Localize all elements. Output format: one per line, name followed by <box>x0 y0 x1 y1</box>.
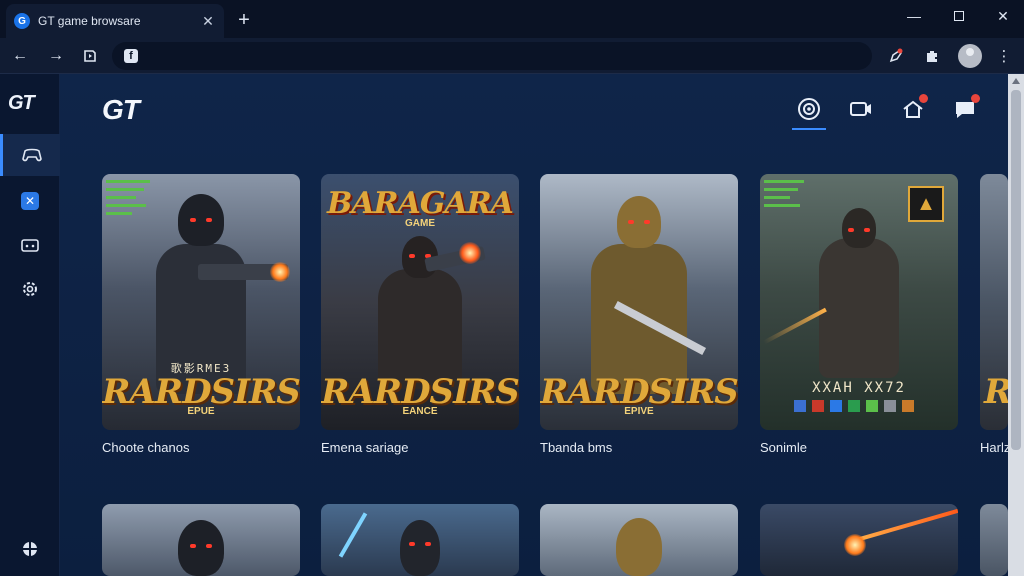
video-button[interactable] <box>846 94 876 124</box>
x-app-icon: ✕ <box>21 192 39 210</box>
minimize-button[interactable]: — <box>899 4 929 28</box>
chat-button[interactable] <box>950 94 980 124</box>
site-favicon-icon: f <box>124 49 138 63</box>
sidebar-item-settings[interactable] <box>0 268 60 310</box>
extension-icon[interactable] <box>884 44 908 68</box>
game-card[interactable] <box>540 504 738 576</box>
card-top-logo-sub: GAME <box>405 218 435 229</box>
crosshair-icon <box>23 542 37 556</box>
game-card-art: 歌影RME3 RARDSIRS EPUE <box>102 174 300 430</box>
chat-badge <box>971 94 980 103</box>
video-camera-icon <box>850 102 871 116</box>
browser-tab[interactable]: G GT game browsare ✕ <box>6 4 224 38</box>
card-logo-sub: EPIVE <box>624 406 654 417</box>
game-card-art <box>540 504 738 576</box>
live-stream-icon <box>798 98 820 120</box>
close-window-button[interactable]: ✕ <box>988 4 1018 28</box>
game-card-partial[interactable] <box>980 504 1008 576</box>
game-card-title: Emena sariage <box>321 440 409 455</box>
puzzle-extensions-icon[interactable] <box>920 44 944 68</box>
scroll-up-icon[interactable] <box>1012 78 1020 84</box>
sidebar-logo: GT <box>8 92 35 114</box>
card-logo: R <box>984 372 1008 412</box>
game-card-art: ▲ XXAH XX72 <box>760 174 958 430</box>
tab-favicon-icon: G <box>14 13 30 29</box>
home-notifications-button[interactable] <box>898 94 928 124</box>
game-card[interactable] <box>321 504 519 576</box>
notification-badge <box>919 94 928 103</box>
back-button[interactable]: ← <box>8 44 32 68</box>
skill-icons-row <box>794 400 914 412</box>
gamepad-icon <box>21 239 39 252</box>
game-card-partial[interactable]: R Harlz <box>980 174 1008 455</box>
game-card[interactable]: ▲ XXAH XX72 Sonimle <box>760 174 958 455</box>
settings-gear-icon <box>23 282 37 296</box>
reload-icon <box>84 50 96 62</box>
address-bar[interactable]: f <box>112 42 872 70</box>
sidebar-item-gamepad[interactable] <box>0 224 60 266</box>
reload-button[interactable] <box>78 44 102 68</box>
hud-overlay <box>106 180 150 220</box>
maximize-button[interactable] <box>944 4 974 28</box>
card-top-logo: BARAGARA <box>327 186 514 221</box>
live-stream-button[interactable] <box>794 94 824 124</box>
card-logo-sub: EANCE <box>402 406 438 417</box>
game-card-art: RARDSIRS EPIVE <box>540 174 738 430</box>
scroll-thumb[interactable] <box>1011 90 1021 450</box>
controller-icon <box>21 148 42 162</box>
page-scrollbar[interactable] <box>1008 74 1024 576</box>
game-card-title: Tbanda bms <box>540 440 613 455</box>
brand-logo: GT <box>102 94 140 125</box>
tab-close-icon[interactable]: ✕ <box>200 13 216 29</box>
game-card[interactable]: RARDSIRS EPIVE Tbanda bms <box>540 174 738 455</box>
game-card-art <box>760 504 958 576</box>
tab-bar: G GT game browsare ✕ + — ✕ <box>0 0 1024 38</box>
game-card-art <box>102 504 300 576</box>
game-card-art: BARAGARA GAME RARDSIRS EANCE <box>321 174 519 430</box>
game-emblem-icon: ▲ <box>908 186 944 222</box>
profile-avatar[interactable] <box>958 44 982 68</box>
game-card-title: Sonimle <box>760 440 807 455</box>
game-card[interactable] <box>102 504 300 576</box>
game-card-art <box>321 504 519 576</box>
game-card[interactable]: BARAGARA GAME RARDSIRS EANCE Emena saria… <box>321 174 519 455</box>
sidebar-item-x-app[interactable]: ✕ <box>0 180 60 222</box>
pen-icon <box>889 48 903 63</box>
sidebar-item-controller[interactable] <box>0 134 60 176</box>
sidebar: GT ✕ <box>0 74 60 576</box>
game-card[interactable] <box>760 504 958 576</box>
game-card-art: R <box>980 174 1008 430</box>
game-card-title: Choote chanos <box>102 440 190 455</box>
maximize-icon <box>954 11 964 21</box>
game-card[interactable]: 歌影RME3 RARDSIRS EPUE Choote chanos <box>102 174 300 455</box>
app-content: GT ✕ GT 歌影RME3 RARDSIRS EPUE Choote chan… <box>0 74 1008 576</box>
card-logo-sub: EPUE <box>187 406 215 417</box>
game-card-art <box>980 504 1008 576</box>
hud-overlay <box>764 180 804 212</box>
sidebar-item-crosshair[interactable] <box>0 528 60 570</box>
menu-kebab-icon[interactable]: ⋮ <box>992 44 1016 68</box>
new-tab-button[interactable]: + <box>232 8 256 32</box>
browser-toolbar: ← → f ⋮ <box>0 38 1024 74</box>
card-logo: XXAH XX72 <box>812 380 906 396</box>
active-tab-indicator <box>792 128 826 130</box>
game-card-title: Harlz <box>980 440 1008 455</box>
forward-button[interactable]: → <box>44 44 68 68</box>
tab-title: GT game browsare <box>38 14 141 28</box>
